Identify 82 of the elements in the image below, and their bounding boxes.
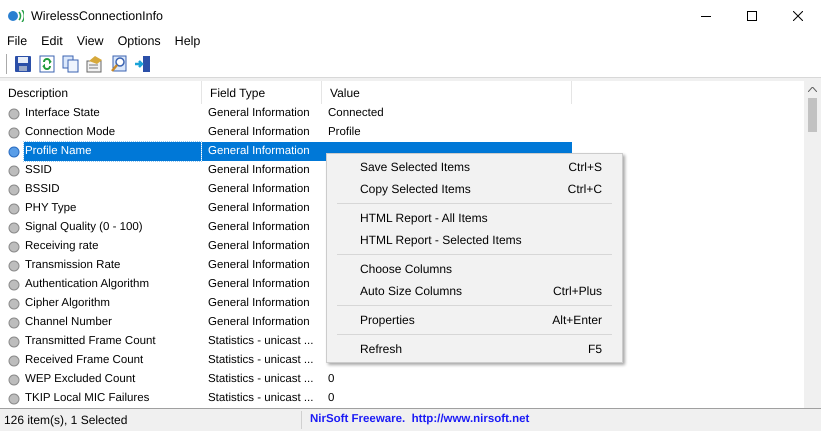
table-cell[interactable]: Authentication Algorithm xyxy=(24,275,201,294)
context-menu-item[interactable]: HTML Report - Selected Items xyxy=(327,229,622,251)
status-dot-icon xyxy=(8,184,20,196)
window-title: WirelessConnectionInfo xyxy=(31,8,164,25)
table-cell-text: Statistics - unicast ... xyxy=(207,391,314,406)
table-cell[interactable]: Received Frame Count xyxy=(24,351,201,370)
context-menu-item[interactable]: Refresh F5 xyxy=(327,338,622,360)
table-cell[interactable]: Connection Mode xyxy=(24,123,201,142)
status-dot-icon xyxy=(8,240,20,252)
status-dot-icon xyxy=(8,354,20,366)
status-dot-icon xyxy=(8,222,20,234)
status-dot-icon xyxy=(8,316,20,328)
exit-door-icon[interactable] xyxy=(134,54,152,72)
context-menu-item[interactable]: Properties Alt+Enter xyxy=(327,309,622,331)
menu-item[interactable]: Edit xyxy=(34,32,70,50)
table-cell-text: Profile xyxy=(327,125,362,140)
context-menu-item[interactable]: Save Selected Items Ctrl+S xyxy=(327,156,622,178)
status-text: 126 item(s), 1 Selected xyxy=(0,411,302,429)
column-header[interactable]: Value xyxy=(322,81,572,104)
table-cell[interactable]: Transmitted Frame Count xyxy=(24,332,201,351)
status-dot-icon xyxy=(8,336,20,348)
table-cell-text: General Information xyxy=(207,315,311,330)
table-cell-text: Statistics - unicast ... xyxy=(207,334,314,349)
menu-item[interactable]: Help xyxy=(168,32,208,50)
status-dot-icon xyxy=(8,374,20,386)
table-cell[interactable]: PHY Type xyxy=(24,199,201,218)
status-dot-icon xyxy=(8,202,20,214)
menu-item[interactable]: Options xyxy=(110,32,168,50)
table-cell-text: General Information xyxy=(207,277,311,292)
table-cell-text: Statistics - unicast ... xyxy=(207,372,314,387)
table-cell-text: General Information xyxy=(207,106,311,121)
table-cell-text: General Information xyxy=(207,125,311,140)
report-icon[interactable] xyxy=(86,54,104,72)
wireless-app-icon xyxy=(8,10,24,22)
scrollbar-thumb[interactable] xyxy=(808,98,817,132)
table-cell: General Information xyxy=(202,142,322,161)
status-dot-icon xyxy=(8,278,20,290)
table-cell[interactable]: Receiving rate xyxy=(24,237,201,256)
table-cell-text: General Information xyxy=(207,258,311,273)
status-dot-icon xyxy=(8,260,20,272)
status-dot-icon xyxy=(8,146,20,158)
column-header[interactable]: Field Type xyxy=(202,81,322,104)
table-cell-text: General Information xyxy=(207,163,311,178)
table-cell-text: General Information xyxy=(207,201,311,216)
menu-item[interactable]: File xyxy=(0,32,34,50)
table-cell[interactable]: Interface State xyxy=(24,104,201,123)
status-dot-icon xyxy=(8,108,20,120)
table-cell-text: Connected xyxy=(327,106,385,121)
table-cell-text: General Information xyxy=(207,296,311,311)
context-menu-item[interactable]: Copy Selected Items Ctrl+C xyxy=(327,178,622,200)
scroll-up-icon[interactable] xyxy=(808,87,817,92)
table-cell-text: Statistics - unicast ... xyxy=(207,353,314,368)
context-menu-item[interactable]: HTML Report - All Items xyxy=(327,207,622,229)
close-icon[interactable] xyxy=(793,11,803,21)
status-dot-icon xyxy=(8,164,20,176)
table-cell[interactable]: TKIP Local MIC Failures xyxy=(24,389,201,408)
table-cell[interactable]: Profile Name xyxy=(24,142,201,161)
scrollbar[interactable] xyxy=(804,81,821,408)
context-menu-item[interactable]: Choose Columns xyxy=(327,258,622,280)
table-cell-text: General Information xyxy=(207,239,311,254)
table-cell[interactable]: Cipher Algorithm xyxy=(24,294,201,313)
table-cell[interactable]: Transmission Rate xyxy=(24,256,201,275)
table-cell[interactable]: BSSID xyxy=(24,180,201,199)
context-menu-item[interactable]: Auto Size Columns Ctrl+Plus xyxy=(327,280,622,302)
copy-icon[interactable] xyxy=(62,54,80,72)
table-cell[interactable]: Signal Quality (0 - 100) xyxy=(24,218,201,237)
table-cell[interactable]: WEP Excluded Count xyxy=(24,370,201,389)
column-header[interactable]: Description xyxy=(0,81,202,104)
table-cell-text: 0 xyxy=(327,391,336,406)
status-dot-icon xyxy=(8,298,20,310)
maximize-icon[interactable] xyxy=(747,11,757,21)
magnifier-icon[interactable] xyxy=(110,54,128,72)
website-link[interactable]: NirSoft Freeware. http://www.nirsoft.net xyxy=(302,411,538,429)
status-dot-icon xyxy=(8,126,20,138)
table-cell-text: 0 xyxy=(327,372,336,387)
refresh-icon[interactable] xyxy=(38,54,56,72)
table-cell-text: General Information xyxy=(207,220,311,235)
menu-item[interactable]: View xyxy=(70,32,111,50)
status-dot-icon xyxy=(8,392,20,404)
table-cell[interactable]: SSID xyxy=(24,161,201,180)
table-cell-text: General Information xyxy=(207,182,311,197)
table-cell[interactable]: Channel Number xyxy=(24,313,201,332)
